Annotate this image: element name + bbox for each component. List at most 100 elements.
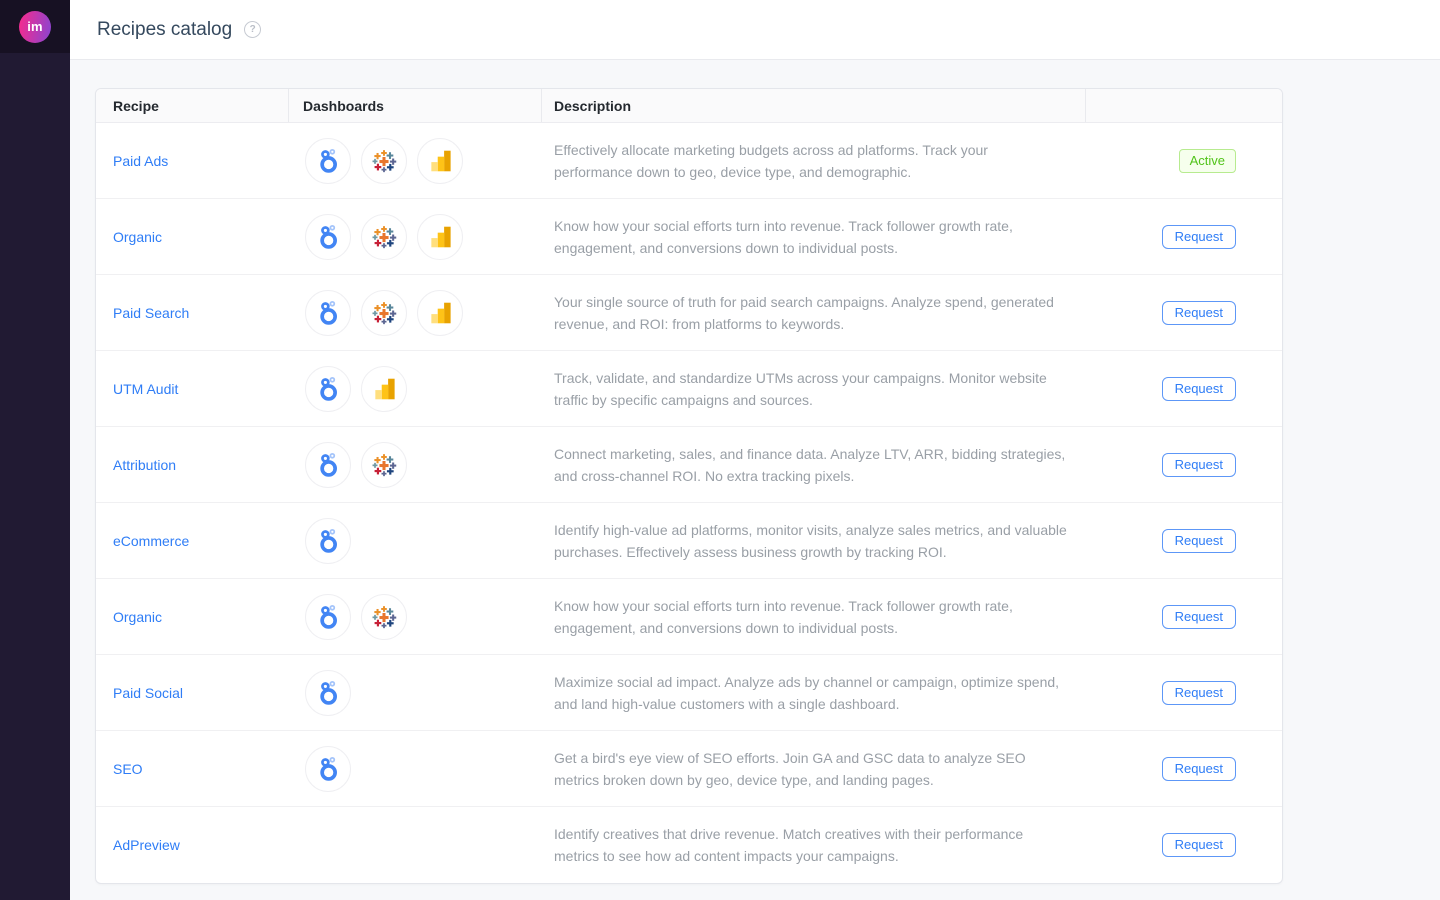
table-row: Paid Social Maximize social ad impact. A… (96, 655, 1282, 731)
looker-icon (305, 746, 351, 792)
column-header-description: Description (542, 89, 1086, 122)
dashboards-cell (289, 655, 542, 730)
recipe-cell: UTM Audit (96, 351, 289, 426)
recipe-description: Know how your social efforts turn into r… (554, 595, 1068, 639)
description-cell: Get a bird's eye view of SEO efforts. Jo… (542, 731, 1086, 806)
powerbi-icon (417, 290, 463, 336)
looker-icon (305, 518, 351, 564)
request-button[interactable]: Request (1162, 377, 1236, 401)
action-cell: Request (1086, 807, 1282, 883)
table-row: AdPreview Identify creatives that drive … (96, 807, 1282, 883)
request-button[interactable]: Request (1162, 833, 1236, 857)
request-button[interactable]: Request (1162, 225, 1236, 249)
recipe-link[interactable]: UTM Audit (113, 381, 178, 397)
action-cell: Request (1086, 351, 1282, 426)
help-icon[interactable]: ? (244, 21, 261, 38)
dashboards-cell (289, 503, 542, 578)
recipe-cell: Paid Search (96, 275, 289, 350)
description-cell: Identify creatives that drive revenue. M… (542, 807, 1086, 883)
recipe-link[interactable]: eCommerce (113, 533, 189, 549)
action-cell: Request (1086, 199, 1282, 274)
recipe-link[interactable]: Paid Search (113, 305, 189, 321)
recipe-cell: Paid Ads (96, 123, 289, 198)
recipe-description: Maximize social ad impact. Analyze ads b… (554, 671, 1068, 715)
action-cell: Request (1086, 579, 1282, 654)
tableau-icon (361, 442, 407, 488)
main-content: Recipe Dashboards Description Paid Ads E… (70, 61, 1440, 900)
recipe-cell: eCommerce (96, 503, 289, 578)
sidebar-top: im (0, 0, 70, 53)
request-button[interactable]: Request (1162, 757, 1236, 781)
description-cell: Identify high-value ad platforms, monito… (542, 503, 1086, 578)
column-header-recipe: Recipe (96, 89, 289, 122)
request-button[interactable]: Request (1162, 681, 1236, 705)
column-header-action (1086, 89, 1282, 122)
recipe-link[interactable]: Attribution (113, 457, 176, 473)
recipe-description: Connect marketing, sales, and finance da… (554, 443, 1068, 487)
dashboards-cell (289, 427, 542, 502)
page-title: Recipes catalog (97, 19, 232, 41)
action-cell: Request (1086, 731, 1282, 806)
recipe-description: Identify creatives that drive revenue. M… (554, 823, 1068, 867)
action-cell: Request (1086, 503, 1282, 578)
recipe-cell: SEO (96, 731, 289, 806)
description-cell: Know how your social efforts turn into r… (542, 579, 1086, 654)
recipe-cell: Organic (96, 579, 289, 654)
recipe-description: Your single source of truth for paid sea… (554, 291, 1068, 335)
recipe-cell: Paid Social (96, 655, 289, 730)
powerbi-icon (361, 366, 407, 412)
request-button[interactable]: Request (1162, 301, 1236, 325)
description-cell: Know how your social efforts turn into r… (542, 199, 1086, 274)
table-row: Organic Know how your social efforts tur… (96, 579, 1282, 655)
recipe-description: Effectively allocate marketing budgets a… (554, 139, 1068, 183)
looker-icon (305, 214, 351, 260)
recipe-link[interactable]: Organic (113, 229, 162, 245)
app-window: im Recipes catalog ? Recipe Dashboards D… (0, 0, 1440, 900)
dashboards-cell (289, 579, 542, 654)
request-button[interactable]: Request (1162, 605, 1236, 629)
action-cell: Request (1086, 427, 1282, 502)
recipe-link[interactable]: Organic (113, 609, 162, 625)
request-button[interactable]: Request (1162, 529, 1236, 553)
description-cell: Maximize social ad impact. Analyze ads b… (542, 655, 1086, 730)
description-cell: Your single source of truth for paid sea… (542, 275, 1086, 350)
dashboards-cell (289, 351, 542, 426)
table-row: SEO Get a bird's eye view of SEO efforts… (96, 731, 1282, 807)
request-button[interactable]: Request (1162, 453, 1236, 477)
description-cell: Connect marketing, sales, and finance da… (542, 427, 1086, 502)
app-logo-text: im (27, 19, 43, 34)
dashboards-cell (289, 275, 542, 350)
tableau-icon (361, 290, 407, 336)
table-row: Paid Search Your single source of truth … (96, 275, 1282, 351)
dashboards-cell (289, 123, 542, 198)
action-cell: Request (1086, 275, 1282, 350)
dashboards-cell (289, 807, 542, 883)
description-cell: Effectively allocate marketing budgets a… (542, 123, 1086, 198)
looker-icon (305, 594, 351, 640)
page-header: Recipes catalog ? (70, 0, 1440, 60)
recipe-description: Track, validate, and standardize UTMs ac… (554, 367, 1068, 411)
column-header-dashboards: Dashboards (289, 89, 542, 122)
recipe-description: Know how your social efforts turn into r… (554, 215, 1068, 259)
sidebar: im (0, 0, 70, 900)
recipe-cell: Organic (96, 199, 289, 274)
recipe-link[interactable]: Paid Social (113, 685, 183, 701)
tableau-icon (361, 214, 407, 260)
action-cell: Active (1086, 123, 1282, 198)
recipe-cell: AdPreview (96, 807, 289, 883)
description-cell: Track, validate, and standardize UTMs ac… (542, 351, 1086, 426)
table-row: Attribution Connect marketing, sales, an… (96, 427, 1282, 503)
looker-icon (305, 138, 351, 184)
table-row: Paid Ads Effectively allocate marketing … (96, 123, 1282, 199)
recipes-table: Recipe Dashboards Description Paid Ads E… (95, 88, 1283, 884)
table-body: Paid Ads Effectively allocate marketing … (96, 123, 1282, 883)
active-badge: Active (1179, 149, 1236, 173)
recipe-link[interactable]: AdPreview (113, 837, 180, 853)
recipe-cell: Attribution (96, 427, 289, 502)
app-logo[interactable]: im (19, 11, 51, 43)
recipe-link[interactable]: Paid Ads (113, 153, 168, 169)
looker-icon (305, 290, 351, 336)
table-header-row: Recipe Dashboards Description (96, 89, 1282, 123)
recipe-description: Identify high-value ad platforms, monito… (554, 519, 1068, 563)
recipe-link[interactable]: SEO (113, 761, 143, 777)
